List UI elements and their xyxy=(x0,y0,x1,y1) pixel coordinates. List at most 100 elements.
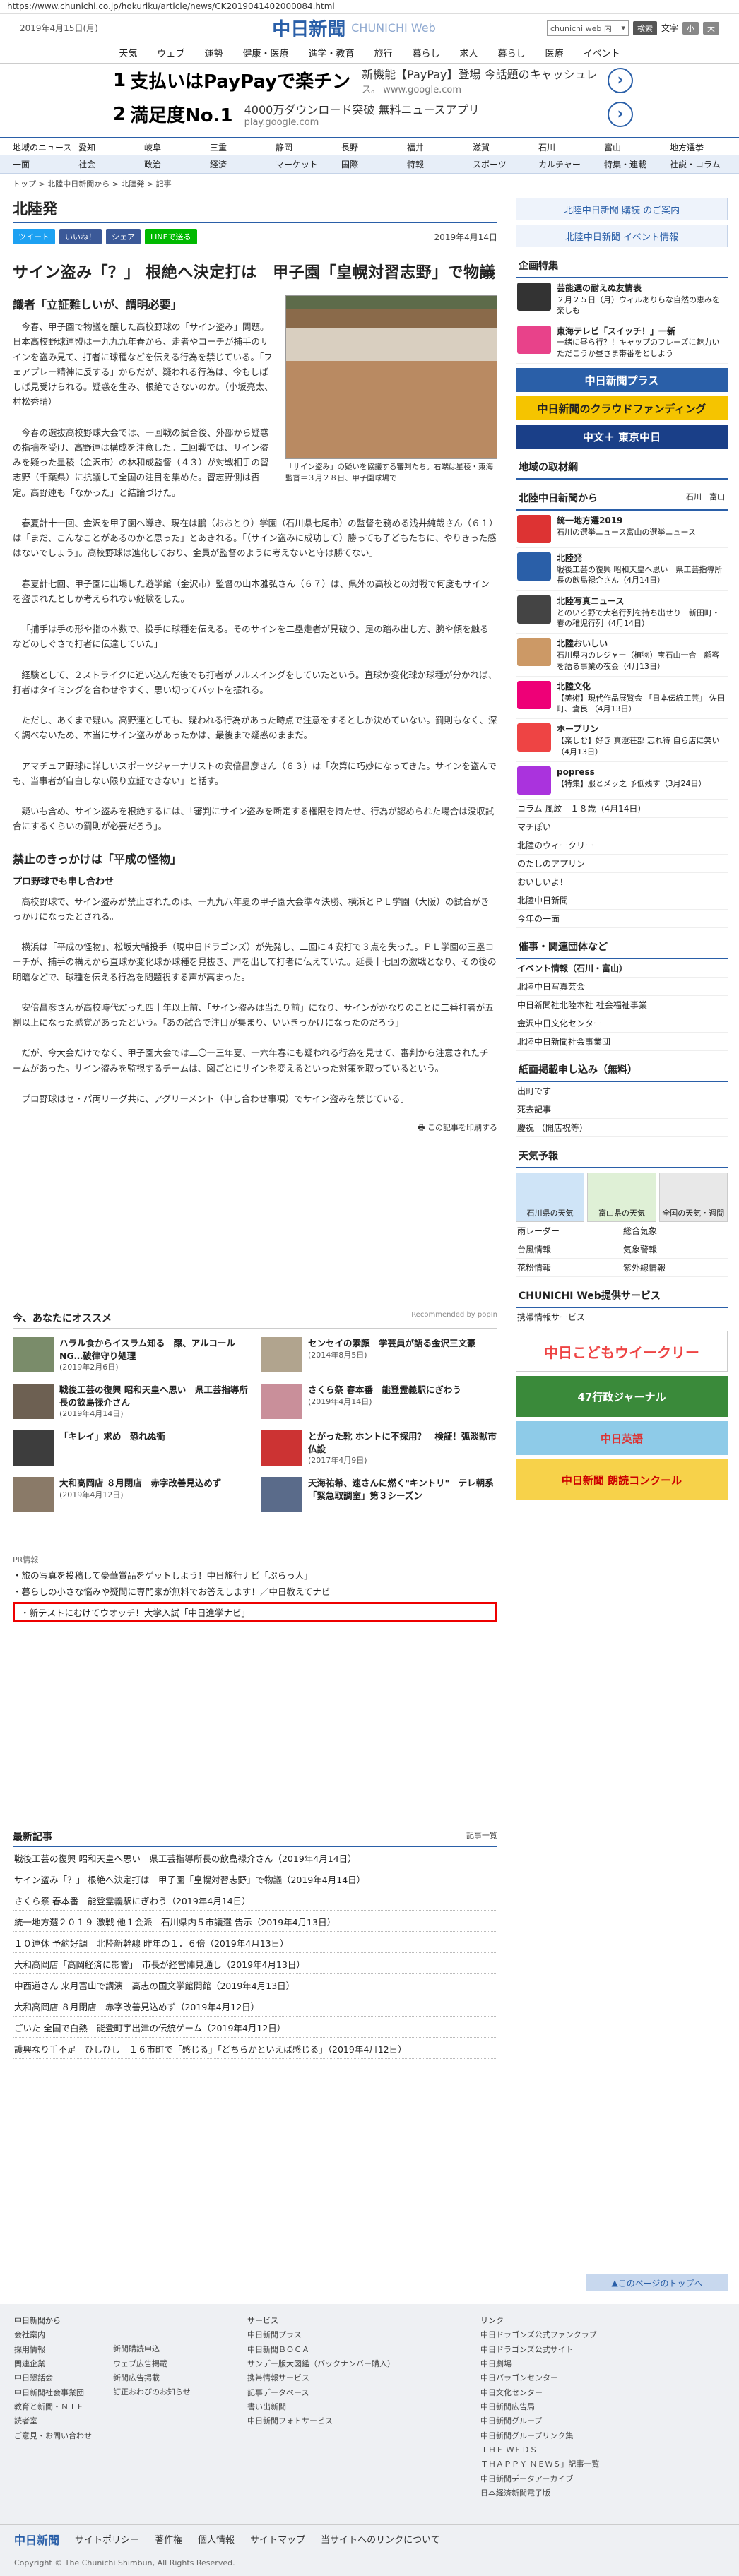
sidebar-item[interactable]: ホープリン 【楽しむ】好き 真澄荘部 忘れ待 自ら店に笑い（4月13日） xyxy=(516,719,728,763)
site-logo[interactable]: 中日新聞 CHUNICHI Web xyxy=(161,15,547,41)
baseball-photo[interactable] xyxy=(285,295,497,459)
sidebar-item[interactable]: 東海テレビ「スイッチ！」一新 一緒に昼ら行？！キャップのフレーズに魅力いただこうか… xyxy=(516,321,728,364)
weather-link[interactable]: 雨レーダー xyxy=(516,1222,622,1241)
recommend-item[interactable]: センセイの素顔 学芸員が語る金沢三文豪 (2014年8月5日) xyxy=(261,1337,497,1374)
banner-chunichi-plus[interactable]: 中日新聞プラス xyxy=(516,368,728,393)
category-nav-item[interactable]: 特集・連載 xyxy=(604,158,670,170)
category-nav-item[interactable]: 一面 xyxy=(13,158,78,170)
region-nav-item[interactable]: 石川 xyxy=(538,141,604,153)
top-nav-item[interactable]: 暮らし xyxy=(403,46,450,59)
weather-national[interactable]: 全国の天気・週間 xyxy=(658,1173,728,1223)
category-nav-item[interactable]: カルチャー xyxy=(538,158,604,170)
region-nav-item[interactable]: 岐阜 xyxy=(144,141,210,153)
sidebar-item[interactable]: 北陸おいしい 石川県内のレジャー（植物）宝石山一合 顧客を語る事業の夜会（4月13… xyxy=(516,634,728,677)
column-link[interactable]: 今年の一面 xyxy=(516,910,728,929)
region-link[interactable]: 富山 xyxy=(709,492,725,501)
banner-crowdfunding[interactable]: 中日新聞のクラウドファンディング xyxy=(516,396,728,421)
latest-row[interactable]: 戦後工芸の復興 昭和天皇へ思い 県工芸指導所長の飲島禄介さん（2019年4月14… xyxy=(13,1847,497,1868)
footer-bar-link[interactable]: サイトポリシー xyxy=(75,2532,139,2546)
footer-link[interactable]: 中日パラゴンセンター xyxy=(480,2371,714,2385)
weather-ishikawa[interactable]: 石川県の天気 xyxy=(516,1173,585,1223)
latest-row[interactable]: 統一地方選２０１９ 激戦 他１会派 石川県内５市議選 告示（2019年4月13日… xyxy=(13,1911,497,1932)
recommend-item[interactable]: さくら祭 春本番 能登霊義駅にぎわう (2019年4月14日) xyxy=(261,1384,497,1420)
page-top-link[interactable]: ▲ このページのトップへ xyxy=(586,2274,728,2291)
latest-row[interactable]: ごいた 全国で白熱 能登町宇出津の伝統ゲーム（2019年4月12日） xyxy=(13,2017,497,2038)
latest-row[interactable]: 大和高岡店 ８月閉店 赤字改善見込めず（2019年4月12日） xyxy=(13,1995,497,2017)
region-link[interactable]: 石川 xyxy=(686,492,702,501)
region-nav-item[interactable]: 三重 xyxy=(210,141,276,153)
banner-gyosei-journal[interactable]: 47行政ジャーナル xyxy=(516,1376,728,1418)
weather-link[interactable]: 紫外線情報 xyxy=(622,1259,728,1278)
footer-bar-link[interactable]: 著作権 xyxy=(155,2532,182,2546)
top-nav-item[interactable]: 天気 xyxy=(109,46,147,59)
footer-link[interactable]: 教育と新聞・ＮＩＥ xyxy=(14,2400,92,2414)
line-button[interactable]: LINEで送る xyxy=(145,229,197,244)
top-nav-item[interactable]: ウェブ xyxy=(147,46,194,59)
pr-link[interactable]: ・暮らしの小さな悩みや疑問に専門家が無料でお答えします！／中日教えてナビ xyxy=(13,1583,497,1599)
region-nav-item[interactable]: 地域のニュース xyxy=(13,141,78,153)
region-nav-item[interactable]: 長野 xyxy=(341,141,407,153)
column-link[interactable]: マチぽい xyxy=(516,818,728,837)
ad-row-1[interactable]: 1 支払いはPayPayで楽チン 新機能【PayPay】登場 今話題のキャッシュ… xyxy=(0,64,739,97)
footer-logo[interactable]: 中日新聞 xyxy=(14,2531,59,2548)
footer-link[interactable]: 中日新聞データアーカイブ xyxy=(480,2472,714,2486)
top-nav-item[interactable]: 健康・医療 xyxy=(232,46,298,59)
share-button[interactable]: シェア xyxy=(106,229,141,244)
region-nav-item[interactable]: 富山 xyxy=(604,141,670,153)
submission-link[interactable]: 死去記事 xyxy=(516,1100,728,1120)
category-nav-item[interactable]: 社説・コラム xyxy=(670,158,735,170)
footer-link[interactable]: 記事データベース xyxy=(247,2386,480,2400)
region-nav-item[interactable]: 静岡 xyxy=(276,141,341,153)
event-link[interactable]: 中日新聞社北陸本社 社会福祉事業 xyxy=(516,996,728,1015)
footer-link[interactable]: 中日懇話会 xyxy=(14,2371,92,2385)
top-nav-item[interactable]: 医療 xyxy=(536,46,574,59)
top-nav-item[interactable]: 求人 xyxy=(450,46,488,59)
sidebar-item[interactable]: 北陸写真ニュース とのいろ野で大名行列を持ち出せり 新田町・春の稚児行列（4月14… xyxy=(516,591,728,634)
print-link[interactable]: 🖶 この記事を印刷する xyxy=(13,1122,497,1135)
footer-link[interactable]: 中日ドラゴンズ公式サイト xyxy=(480,2343,714,2357)
region-nav-item[interactable]: 地方選挙 xyxy=(670,141,735,153)
footer-link[interactable]: 訂正おわびのお知らせ xyxy=(113,2385,191,2399)
top-nav-item[interactable]: 暮らし xyxy=(488,46,536,59)
region-nav-item[interactable]: 愛知 xyxy=(78,141,144,153)
submission-link[interactable]: 出町です xyxy=(516,1082,728,1101)
recommend-item[interactable]: ハラル食からイスラム知る 醸、アルコールNG…破律守り処理 (2019年2月6日) xyxy=(13,1337,249,1374)
footer-link[interactable]: 携帯情報サービス xyxy=(247,2371,480,2385)
weather-link[interactable]: 気象警報 xyxy=(622,1240,728,1259)
search-input[interactable]: chunichi web 内 ▾ xyxy=(546,20,629,36)
latest-row[interactable]: サイン盗み「？」 根絶へ決定打は 甲子園「皇幌対習志野」で物議（2019年4月1… xyxy=(13,1868,497,1889)
footer-link[interactable]: 中日文化センター xyxy=(480,2386,714,2400)
submission-link[interactable]: 慶祝 （開店祝等） xyxy=(516,1119,728,1138)
top-nav-item[interactable]: 進学・教育 xyxy=(298,46,364,59)
footer-link[interactable]: 採用情報 xyxy=(14,2343,92,2357)
footer-link[interactable]: サンデー版大図鑑（パックナンバー購入） xyxy=(247,2357,480,2371)
region-nav-item[interactable]: 福井 xyxy=(407,141,473,153)
tweet-button[interactable]: ツイート xyxy=(13,229,55,244)
footer-bar-link[interactable]: サイトマップ xyxy=(250,2532,305,2546)
footer-bar-link[interactable]: 個人情報 xyxy=(198,2532,235,2546)
web-service-link[interactable]: 携帯情報サービス xyxy=(516,1308,728,1327)
category-nav-item[interactable]: 社会 xyxy=(78,158,144,170)
top-nav-item[interactable]: 旅行 xyxy=(364,46,402,59)
weather-link[interactable]: 台風情報 xyxy=(516,1240,622,1259)
footer-link[interactable]: 会社案内 xyxy=(14,2328,92,2342)
banner-kids-weekly[interactable]: 中日こどもウイークリー xyxy=(516,1331,728,1372)
category-nav-item[interactable]: 政治 xyxy=(144,158,210,170)
recommend-item[interactable]: 戦後工芸の復興 昭和天皇へ思い 県工芸指導所長の飲島禄介さん (2019年4月14… xyxy=(13,1384,249,1420)
sidebar-item[interactable]: 北陸文化 【美術】現代作品展覧会 「日本伝統工芸」 佐田町、倉良 （4月13日） xyxy=(516,677,728,720)
footer-link[interactable]: 中日新聞ＢＯＣＡ xyxy=(247,2343,480,2357)
ad-headline[interactable]: 支払いはPayPayで楽チン xyxy=(130,67,350,93)
column-link[interactable]: 北陸のウィークリー xyxy=(516,836,728,855)
category-nav-item[interactable]: スポーツ xyxy=(473,158,538,170)
footer-link[interactable]: 新聞広告掲載 xyxy=(113,2371,191,2385)
banner-reading-contest[interactable]: 中日新聞 朗読コンクール xyxy=(516,1459,728,1501)
footer-link[interactable]: 関連企業 xyxy=(14,2357,92,2371)
footer-link[interactable]: 中日新聞プラス xyxy=(247,2328,480,2342)
footer-link[interactable]: 新聞購読申込 xyxy=(113,2342,191,2356)
banner-eigo[interactable]: 中日英語 xyxy=(516,1421,728,1456)
sidebar-item[interactable]: 統一地方選2019 石川の選挙ニュース富山の選挙ニュース xyxy=(516,511,728,549)
weather-link[interactable]: 総合気象 xyxy=(622,1222,728,1241)
category-nav-item[interactable]: 特報 xyxy=(407,158,473,170)
font-large-button[interactable]: 大 xyxy=(703,21,719,35)
latest-row[interactable]: 大和高岡店「高岡経済に影響」 市長が経営陣見通し（2019年4月13日） xyxy=(13,1953,497,1974)
